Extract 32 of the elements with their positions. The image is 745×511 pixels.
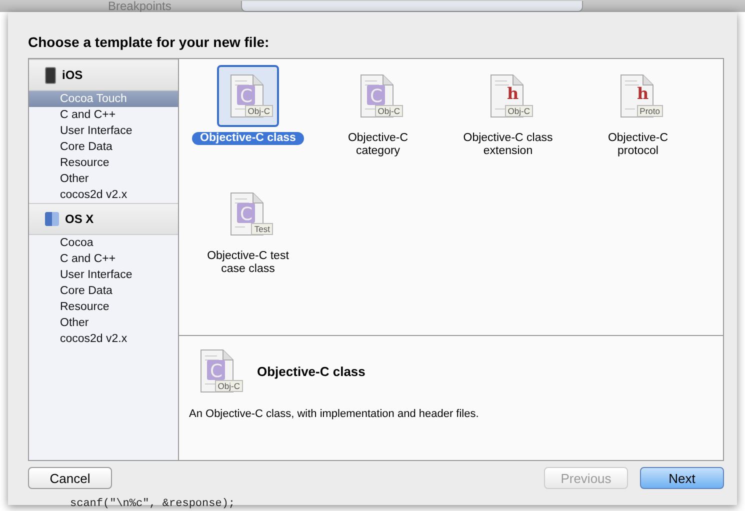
platform-label: OS X xyxy=(65,212,94,226)
template-label[interactable]: Objective-C class extension xyxy=(456,132,560,158)
sidebar-item[interactable]: Core Data xyxy=(29,139,178,155)
template-label[interactable]: Objective-C test case class xyxy=(196,250,300,276)
sidebar-item[interactable]: Other xyxy=(29,171,178,187)
sidebar-item[interactable]: User Interface xyxy=(29,123,178,139)
template-item[interactable]: C Obj-C xyxy=(217,65,279,127)
sidebar-item[interactable]: Resource xyxy=(29,155,178,171)
sidebar-item[interactable]: cocos2d v2.x xyxy=(29,187,178,203)
sidebar-item[interactable]: Other xyxy=(29,315,178,331)
sidebar-item[interactable]: C and C++ xyxy=(29,251,178,267)
phone-icon xyxy=(45,66,56,84)
sidebar-item[interactable]: cocos2d v2.x xyxy=(29,331,178,347)
sidebar-item[interactable]: User Interface xyxy=(29,267,178,283)
template-item[interactable]: h Proto xyxy=(607,65,669,127)
template-label[interactable]: Objective-C class xyxy=(192,132,304,145)
template-item[interactable]: h Obj-C xyxy=(477,65,539,127)
cancel-button[interactable]: Cancel xyxy=(28,467,112,489)
template-item[interactable]: C Obj-C xyxy=(347,65,409,127)
sidebar-item[interactable]: Cocoa xyxy=(29,235,178,251)
platform-label: iOS xyxy=(62,68,83,82)
sidebar-item[interactable]: C and C++ xyxy=(29,107,178,123)
template-label[interactable]: Objective-C category xyxy=(326,132,430,158)
sidebar-item[interactable]: Resource xyxy=(29,299,178,315)
template-item[interactable]: C Test xyxy=(217,183,279,245)
dialog-title: Choose a template for your new file: xyxy=(28,34,270,52)
next-button[interactable]: Next xyxy=(640,467,724,489)
detail-title: Objective-C class xyxy=(257,364,366,378)
template-label[interactable]: Objective-C protocol xyxy=(586,132,690,158)
detail-description: An Objective-C class, with implementation and header files. xyxy=(189,408,480,420)
sidebar-item[interactable]: Core Data xyxy=(29,283,178,299)
code-line: scanf("\n%c", &response); xyxy=(70,499,236,510)
